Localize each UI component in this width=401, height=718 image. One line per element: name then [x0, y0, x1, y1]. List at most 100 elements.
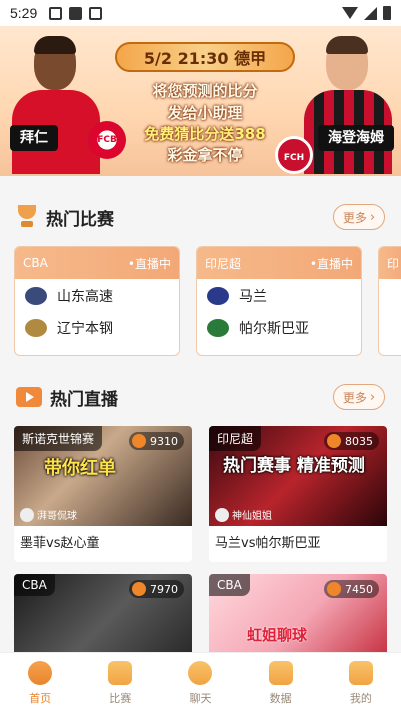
- status-time: 5:29: [10, 5, 38, 21]
- live-card[interactable]: 斯诺克世锦赛 9310 带你红单 湃哥侃球 墨菲vs赵心童: [14, 426, 192, 562]
- section-title: 热门比赛: [46, 209, 114, 230]
- viewer-count-value: 9310: [150, 434, 178, 448]
- home-icon: [28, 661, 53, 685]
- viewer-count: 8035: [324, 432, 379, 450]
- match-card[interactable]: 印: [378, 246, 401, 356]
- streamer-name: 神仙姐姐: [232, 511, 272, 522]
- avatar: [20, 507, 34, 522]
- live-status: •直播中: [127, 256, 171, 271]
- live-title: 墨菲vs赵心童: [20, 536, 100, 551]
- team-name: 马兰: [239, 289, 267, 305]
- live-thumbnail: 斯诺克世锦赛 9310 带你红单 湃哥侃球: [14, 426, 192, 526]
- signal-icon: [364, 6, 377, 20]
- fire-icon: [327, 582, 341, 596]
- chat-icon: [188, 661, 213, 685]
- live-thumbnail: 印尼超 8035 热门赛事 精准预测 神仙姐姐: [209, 426, 387, 526]
- nav-data[interactable]: 数据: [251, 661, 311, 706]
- more-label: 更多: [342, 210, 367, 225]
- team-row: 马兰: [197, 281, 361, 311]
- viewer-count-value: 8035: [345, 434, 373, 448]
- viewer-count-value: 7450: [345, 582, 373, 596]
- match-card[interactable]: CBA •直播中 山东高速 辽宁本钢: [14, 246, 180, 356]
- more-live-button[interactable]: 更多 ›: [333, 384, 385, 410]
- viewer-count-value: 7970: [150, 582, 178, 596]
- banner-line: 彩金拿不停: [167, 146, 243, 164]
- nav-matches[interactable]: 比赛: [90, 661, 150, 706]
- live-category-tag: CBA: [209, 574, 250, 596]
- away-team-label: 海登海姆: [318, 125, 394, 151]
- nav-label: 比赛: [109, 692, 132, 705]
- live-category-tag: 斯诺克世锦赛: [14, 426, 103, 451]
- nav-chat[interactable]: 聊天: [170, 661, 230, 706]
- home-team-label: 拜仁: [10, 125, 58, 151]
- fire-icon: [132, 582, 146, 596]
- heidenheim-badge-icon: FCH: [275, 136, 313, 174]
- league-name: 印尼超: [205, 256, 242, 271]
- nav-home[interactable]: 首页: [10, 661, 70, 706]
- match-card-header: CBA •直播中: [15, 247, 179, 279]
- live-category-tag: CBA: [14, 574, 55, 596]
- data-icon: [268, 661, 293, 685]
- gallery-icon: [49, 6, 63, 20]
- status-bar: 5:29: [0, 0, 401, 26]
- bayern-badge-icon: FCB: [88, 121, 126, 159]
- banner-line: 将您预测的比分: [152, 82, 258, 100]
- team-logo-icon: [207, 287, 229, 305]
- profile-icon: [348, 661, 373, 685]
- hot-matches-list: CBA •直播中 山东高速 辽宁本钢 印尼超 •直播中 马兰 帕尔斯巴亚 印: [14, 246, 401, 356]
- right-player-image: [298, 34, 398, 174]
- viewer-count: 9310: [129, 432, 184, 450]
- league-name: 印: [387, 256, 400, 271]
- system-icons: [342, 6, 391, 20]
- nav-label: 数据: [269, 692, 292, 705]
- notification-icons: [49, 6, 103, 20]
- promo-banner[interactable]: 5/2 21:30 德甲 将您预测的比分 发给小助理 免费猜比分送388 彩金拿…: [0, 26, 401, 176]
- fire-icon: [132, 434, 146, 448]
- nav-profile[interactable]: 我的: [331, 661, 391, 706]
- team-row: 帕尔斯巴亚: [197, 313, 361, 343]
- more-label: 更多: [342, 390, 367, 405]
- hot-live-header: 热门直播 更多 ›: [0, 380, 401, 414]
- thumbnail-overlay-text: 热门赛事 精准预测: [223, 456, 365, 476]
- viewer-count: 7970: [129, 580, 184, 598]
- more-matches-button[interactable]: 更多 ›: [333, 204, 385, 230]
- bottom-nav: 首页 比赛 聊天 数据 我的: [0, 652, 401, 718]
- match-card-header: 印: [379, 247, 401, 279]
- live-stream-grid: 斯诺克世锦赛 9310 带你红单 湃哥侃球 墨菲vs赵心童 印尼超 8035 热…: [14, 426, 387, 674]
- battery-icon: [383, 6, 391, 20]
- match-icon: [108, 661, 133, 685]
- app-notification-icon: [69, 6, 83, 20]
- chevron-right-icon: ›: [369, 389, 376, 405]
- banner-line: 发给小助理: [167, 104, 243, 122]
- trophy-icon: [16, 205, 38, 229]
- team-name: 帕尔斯巴亚: [239, 321, 309, 337]
- league-name: CBA: [23, 256, 48, 270]
- live-card[interactable]: 印尼超 8035 热门赛事 精准预测 神仙姐姐 马兰vs帕尔斯巴亚: [209, 426, 387, 562]
- match-card[interactable]: 印尼超 •直播中 马兰 帕尔斯巴亚: [196, 246, 362, 356]
- tv-icon: [16, 387, 42, 407]
- live-category-tag: 印尼超: [209, 426, 262, 451]
- nav-label: 首页: [29, 692, 52, 705]
- live-title: 马兰vs帕尔斯巴亚: [215, 536, 321, 551]
- nav-label: 我的: [349, 692, 372, 705]
- team-name: 辽宁本钢: [57, 321, 113, 337]
- streamer: 神仙姐姐: [215, 507, 272, 522]
- thumbnail-overlay-text: 带你红单: [44, 458, 116, 479]
- team-logo-icon: [25, 287, 47, 305]
- font-icon: [89, 6, 103, 20]
- team-row: 山东高速: [15, 281, 179, 311]
- team-name: 山东高速: [57, 289, 113, 305]
- section-title: 热门直播: [50, 389, 118, 410]
- fire-icon: [327, 434, 341, 448]
- streamer: 湃哥侃球: [20, 507, 77, 522]
- viewer-count: 7450: [324, 580, 379, 598]
- team-row: 辽宁本钢: [15, 313, 179, 343]
- team-logo-icon: [25, 319, 47, 337]
- banner-title: 5/2 21:30 德甲: [115, 42, 295, 72]
- hot-matches-header: 热门比赛 更多 ›: [0, 200, 401, 234]
- left-player-image: [6, 34, 106, 174]
- streamer-name: 湃哥侃球: [37, 511, 77, 522]
- banner-line: 免费猜比分送388: [144, 125, 266, 143]
- wifi-icon: [342, 7, 358, 19]
- live-status: •直播中: [309, 256, 353, 271]
